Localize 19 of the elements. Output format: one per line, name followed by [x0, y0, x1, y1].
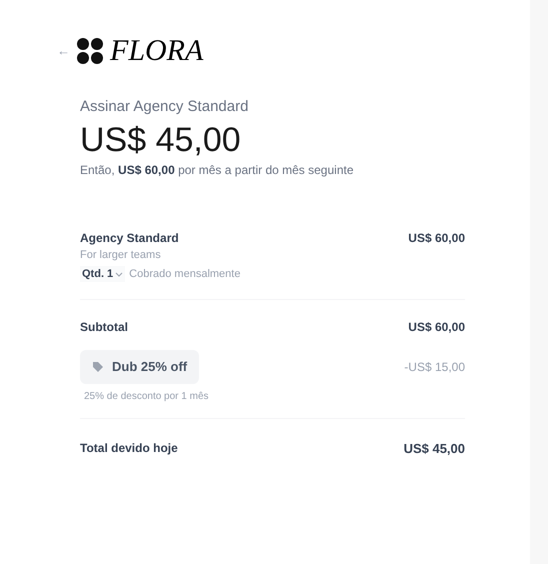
brand-logo: FLORA [110, 36, 204, 66]
price-amount: US$ 45,00 [80, 120, 242, 160]
subtotal-label: Subtotal [80, 319, 128, 336]
flower-logo-icon [76, 37, 104, 65]
discount-value: -US$ 15,00 [404, 359, 465, 376]
quantity-select[interactable]: Qtd. 1 [80, 266, 126, 282]
total-label: Total devido hoje [80, 440, 178, 457]
coupon-chip[interactable]: Dub 25% off [80, 350, 200, 384]
chevron-down-icon [115, 270, 124, 278]
total-value: US$ 45,00 [404, 440, 465, 458]
plan-name: Agency Standard [80, 230, 180, 247]
tag-icon [92, 361, 104, 373]
plan-price: US$ 60,00 [408, 230, 465, 247]
discount-note: 25% de desconto por 1 mês [83, 390, 210, 404]
plan-title: Assinar Agency Standard [80, 97, 250, 117]
plan-description: For larger teams [80, 248, 162, 263]
billing-frequency: Cobrado mensalmente [129, 266, 240, 282]
subtotal-value: US$ 60,00 [408, 319, 465, 336]
billing-note: Então, US$ 60,00 por mês a partir do mês seguinte [80, 162, 355, 179]
